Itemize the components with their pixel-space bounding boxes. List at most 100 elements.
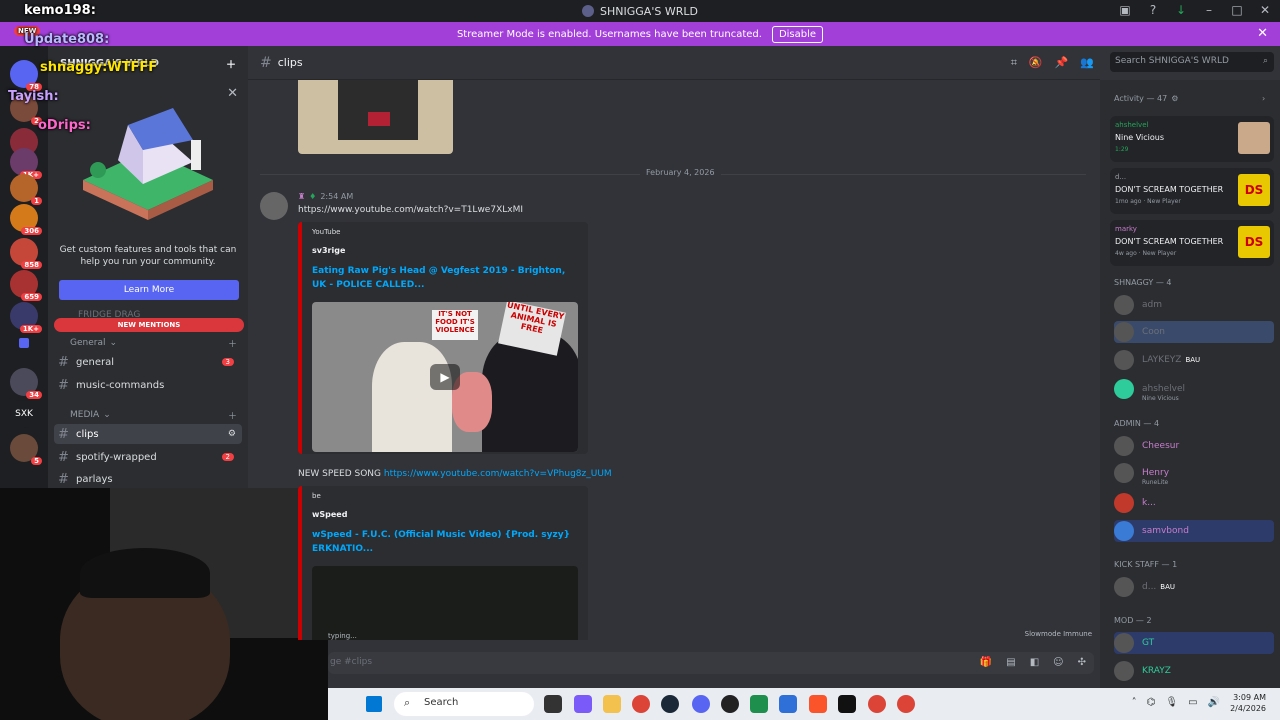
server-icon-11[interactable]: 5 <box>10 434 42 465</box>
server-badge: 1K+ <box>19 325 42 333</box>
file-explorer-icon[interactable] <box>603 695 621 713</box>
server-icon-8[interactable]: 659 <box>10 270 42 301</box>
chrome-icon[interactable] <box>868 695 886 713</box>
network-icon[interactable]: ⌬ <box>1147 697 1156 708</box>
embed-title[interactable]: Eating Raw Pig's Head @ Vegfest 2019 - B… <box>312 264 582 292</box>
add-channel-icon[interactable]: ＋ <box>228 409 237 422</box>
server-icon-1[interactable]: 78 <box>10 60 42 91</box>
banner-close-icon[interactable]: ✕ <box>1257 26 1268 41</box>
image-attachment[interactable] <box>298 80 453 154</box>
volume-icon[interactable]: 🔊 <box>1208 697 1220 708</box>
member-item[interactable]: Cheesur <box>1114 435 1274 457</box>
embed-provider[interactable]: YouTube <box>312 228 340 236</box>
member-item[interactable]: Coon <box>1114 321 1274 343</box>
channel-clips[interactable]: # clips ⚙ <box>54 424 242 444</box>
member-item[interactable]: ahshelvel Nine Vicious <box>1114 378 1274 402</box>
server-badge: 34 <box>26 391 42 399</box>
server-icon-sxk[interactable]: SXK <box>10 400 38 428</box>
embed-title[interactable]: wSpeed - F.U.C. (Official Music Video) {… <box>312 528 582 556</box>
member-item[interactable]: k... <box>1114 492 1274 514</box>
brave-icon[interactable] <box>809 695 827 713</box>
video-thumbnail[interactable] <box>312 566 578 640</box>
message-link[interactable]: https://www.youtube.com/watch?v=T1Lwe7XL… <box>298 205 523 215</box>
app-icon[interactable] <box>838 695 856 713</box>
notifications-icon[interactable]: 🔕 <box>1029 56 1043 70</box>
member-item[interactable]: d... BAU <box>1114 576 1274 598</box>
embed-author[interactable]: sv3rige <box>312 246 345 255</box>
server-icon-7[interactable]: 858 <box>10 238 42 269</box>
chrome-icon[interactable] <box>632 695 650 713</box>
server-icon-4[interactable]: 1K+ <box>10 148 42 179</box>
app-icon[interactable] <box>721 695 739 713</box>
channel-parlays[interactable]: # parlays <box>54 469 242 489</box>
overlay-line: oDrips: <box>38 118 91 133</box>
copilot-icon[interactable] <box>574 695 592 713</box>
activity-header[interactable]: Activity — 47 ⚙ › <box>1114 94 1265 103</box>
taskbar-search[interactable]: ⌕ Search <box>394 692 534 716</box>
server-icon-5[interactable]: 1 <box>10 174 42 205</box>
emoji-icon[interactable]: ☺ <box>1053 657 1063 668</box>
steam-icon[interactable] <box>661 695 679 713</box>
channel-spotify-wrapped[interactable]: # spotify-wrapped 2 <box>54 447 242 467</box>
threads-icon[interactable]: ⌗ <box>1011 56 1017 70</box>
server-icon-10[interactable]: 34 <box>10 368 42 399</box>
member-item[interactable]: adm <box>1114 294 1274 316</box>
member-item[interactable]: GT <box>1114 632 1274 654</box>
folder-icon[interactable] <box>19 338 29 348</box>
new-mentions-pill[interactable]: NEW MENTIONS <box>54 318 244 332</box>
maximize-icon[interactable]: □ <box>1230 3 1244 17</box>
message-link[interactable]: https://www.youtube.com/watch?v=VPhug8z_… <box>384 469 612 479</box>
activity-card[interactable]: d... DON'T SCREAM TOGETHER 1mo ago · New… <box>1110 168 1274 214</box>
chevron-up-icon[interactable]: ˄ <box>1132 697 1137 708</box>
role-header: SHNAGGY — 4 <box>1114 278 1172 287</box>
game-art: DS <box>1238 174 1270 206</box>
embed-provider[interactable]: be <box>312 492 321 500</box>
embed-author[interactable]: wSpeed <box>312 510 347 519</box>
monitor-icon[interactable]: ▭ <box>1188 697 1197 708</box>
message-meta: ♜ ♦ 2:54 AM <box>298 192 353 201</box>
avatar[interactable] <box>260 192 288 220</box>
microphone-icon[interactable]: 🎙 <box>1165 697 1178 708</box>
member-item[interactable]: KRAYZ <box>1114 660 1274 682</box>
app-icon[interactable] <box>779 695 797 713</box>
close-icon[interactable]: ✕ <box>1258 3 1272 17</box>
member-item[interactable]: Henry RuneLite <box>1114 462 1274 486</box>
channel-general[interactable]: # general 3 <box>54 352 242 372</box>
video-thumbnail[interactable]: IT'S NOT FOOD IT'S VIOLENCE UNTIL EVERY … <box>312 302 578 452</box>
disable-button[interactable]: Disable <box>771 25 824 43</box>
pin-icon[interactable]: 📌 <box>1055 56 1069 70</box>
activity-card[interactable]: marky DON'T SCREAM TOGETHER 4w ago · New… <box>1110 220 1274 266</box>
server-icon-9[interactable]: 1K+ <box>10 302 42 333</box>
server-icon-6[interactable]: 306 <box>10 204 42 235</box>
discord-icon[interactable] <box>692 695 710 713</box>
member-item[interactable]: samvbond <box>1114 520 1274 542</box>
sticker-icon[interactable]: ◧ <box>1030 657 1039 668</box>
gif-icon[interactable]: ▤ <box>1006 657 1015 668</box>
chrome-icon[interactable] <box>897 695 915 713</box>
member-list-icon[interactable]: 👥 <box>1080 56 1094 70</box>
minimize-icon[interactable]: – <box>1202 3 1216 17</box>
invite-icon[interactable]: ＋ <box>226 56 236 71</box>
play-icon[interactable]: ▶ <box>430 364 460 390</box>
help-icon[interactable]: ? <box>1146 3 1160 17</box>
app-icon[interactable] <box>750 695 768 713</box>
download-icon[interactable]: ↓ <box>1174 3 1188 17</box>
channel-music-commands[interactable]: # music-commands <box>54 375 242 395</box>
chevron-right-icon[interactable]: › <box>1262 94 1265 103</box>
apps-icon[interactable]: ✣ <box>1078 657 1086 668</box>
member-item[interactable]: LAYKEYZ BAU <box>1114 349 1274 371</box>
settings-icon[interactable]: ⚙ <box>228 429 236 439</box>
message-input[interactable]: ge #clips 🎁 ▤ ◧ ☺ ✣ <box>328 652 1094 674</box>
windows-start-icon[interactable] <box>366 696 382 712</box>
search-input[interactable]: Search SHNIGGA'S WRLD ⌕ <box>1110 52 1274 72</box>
activity-card[interactable]: ahshelvel Nine Vicious 1:29 <box>1110 116 1274 162</box>
category-general[interactable]: General ⌄ ＋ <box>70 338 237 350</box>
gift-icon[interactable]: 🎁 <box>980 657 992 668</box>
inbox-icon[interactable]: ▣ <box>1118 3 1132 17</box>
learn-more-button[interactable]: Learn More <box>59 280 239 300</box>
add-channel-icon[interactable]: ＋ <box>228 337 237 350</box>
clock[interactable]: 3:09 AM 2/4/2026 <box>1230 692 1266 714</box>
task-view-icon[interactable] <box>544 695 562 713</box>
promo-close-icon[interactable]: ✕ <box>227 86 238 101</box>
category-media[interactable]: MEDIA ⌄ ＋ <box>70 410 237 422</box>
